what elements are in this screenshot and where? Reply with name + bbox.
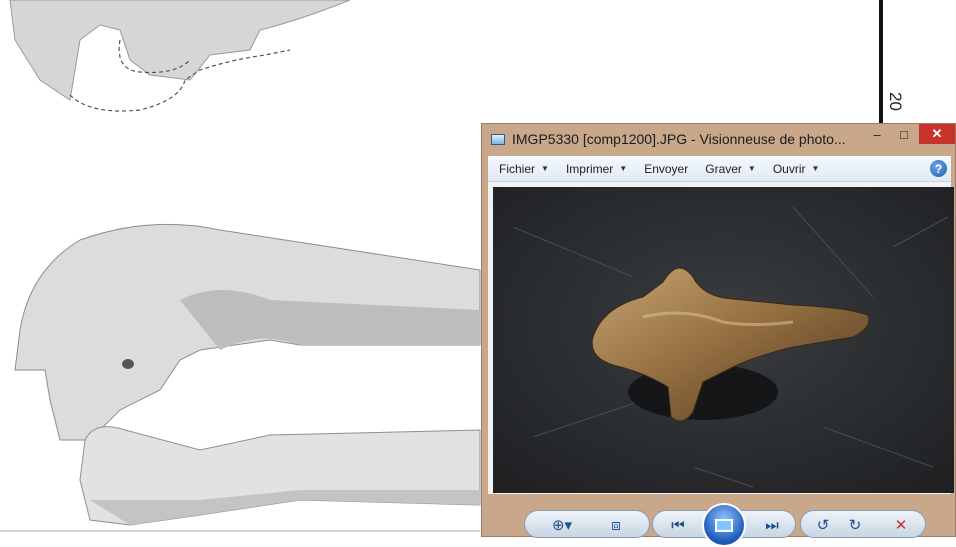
menu-fichier[interactable]: Fichier ▼	[499, 162, 549, 176]
photo-viewer-app-icon	[491, 133, 505, 145]
bone-foramen	[122, 359, 134, 369]
menu-envoyer[interactable]: Envoyer	[644, 162, 688, 176]
displayed-photo	[493, 187, 954, 493]
scale-bar	[879, 0, 883, 126]
menu-label: Ouvrir	[772, 161, 806, 176]
scale-label: 20	[886, 92, 905, 111]
next-icon[interactable]: ⏭	[757, 515, 787, 535]
menu-label: Graver	[705, 161, 742, 176]
chevron-down-icon: ▼	[747, 164, 756, 173]
window-title: IMGP5330 [comp1200].JPG - Visionneuse de…	[512, 131, 846, 147]
menu-ouvrir[interactable]: Ouvrir ▼	[773, 162, 820, 176]
chevron-down-icon: ▼	[811, 164, 820, 173]
rotate-right-icon[interactable]: ↻	[843, 515, 867, 535]
bottom-toolbar: ⊕▾ ⧈ ⏮ ⏭ ↺ ↻ ✕	[482, 496, 955, 547]
menu-bar: Fichier ▼ Imprimer ▼ Envoyer Graver ▼ Ouvri…	[488, 156, 951, 182]
chevron-down-icon: ▼	[541, 164, 549, 173]
slideshow-button[interactable]	[702, 503, 746, 547]
delete-icon[interactable]: ✕	[889, 515, 913, 535]
edit-tools-group: ↺ ↻ ✕	[800, 510, 926, 538]
menu-graver[interactable]: Graver ▼	[705, 162, 756, 176]
rotate-left-icon[interactable]: ↺	[811, 515, 835, 535]
maximize-button[interactable]: □	[893, 124, 915, 144]
photo-viewer-window[interactable]: IMGP5330 [comp1200].JPG - Visionneuse de…	[481, 123, 956, 547]
menu-label: Envoyer	[644, 161, 689, 176]
previous-icon[interactable]: ⏮	[663, 515, 693, 535]
minimize-button[interactable]: –	[866, 124, 888, 144]
menu-imprimer[interactable]: Imprimer ▼	[566, 162, 627, 176]
help-icon[interactable]: ?	[930, 160, 947, 177]
menu-label: Imprimer	[565, 161, 614, 176]
menu-label: Fichier	[499, 161, 536, 176]
zoom-icon[interactable]: ⊕▾	[547, 515, 577, 535]
chevron-down-icon: ▼	[619, 164, 628, 173]
photo-display-area	[488, 182, 954, 494]
view-tools-group: ⊕▾ ⧈	[524, 510, 650, 538]
title-bar[interactable]: IMGP5330 [comp1200].JPG - Visionneuse de…	[482, 124, 955, 154]
close-button[interactable]: ✕	[919, 124, 955, 144]
upper-bone-drawing	[9, 0, 351, 101]
slideshow-icon	[715, 518, 733, 532]
fit-to-window-icon[interactable]: ⧈	[601, 515, 631, 535]
